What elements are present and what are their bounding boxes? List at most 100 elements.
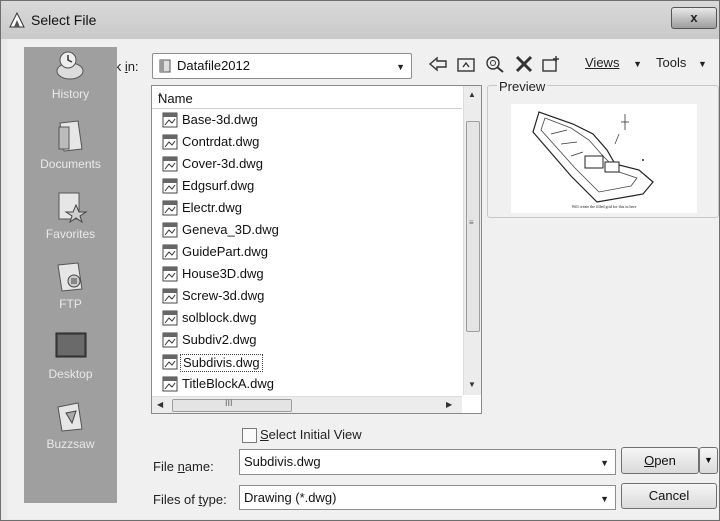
scroll-thumb[interactable]: ≡ <box>466 121 480 332</box>
place-favorites[interactable]: Favorites <box>24 187 117 257</box>
dwg-file-icon <box>162 222 178 238</box>
file-row[interactable]: Geneva_3D.dwg <box>158 220 458 242</box>
file-name: Subdiv2.dwg <box>182 332 257 347</box>
dwg-file-icon <box>162 376 178 392</box>
file-list[interactable]: Name ^ Base-3d.dwg Contrdat.dwg Cover-3d.d… <box>151 85 482 414</box>
preview-label: Preview <box>497 79 548 94</box>
new-folder-icon[interactable] <box>541 55 561 73</box>
dwg-file-icon <box>162 354 178 370</box>
dwg-file-icon <box>162 332 178 348</box>
file-name-value: Subdivis.dwg <box>244 454 321 469</box>
buzzsaw-icon <box>56 402 83 432</box>
dwg-file-icon <box>162 200 178 216</box>
favorites-icon <box>58 192 88 223</box>
file-row[interactable]: Screw-3d.dwg <box>158 286 458 308</box>
title-bar[interactable]: Select File x <box>1 1 719 39</box>
chevron-down-icon: ▼ <box>697 59 707 69</box>
place-ftp[interactable]: FTP <box>24 257 117 327</box>
file-name-label: File name: <box>153 459 214 474</box>
select-file-dialog: Select File x Look in: Datafile2012 ▼ Vi… <box>0 0 720 521</box>
select-initial-view-checkbox[interactable] <box>242 428 257 443</box>
window-title: Select File <box>31 12 97 28</box>
drawing-thumbnail: Will create the filled grid for this in … <box>532 111 654 209</box>
place-history[interactable]: History <box>24 47 117 117</box>
sort-ascending-icon: ^ <box>158 91 163 101</box>
file-row[interactable]: GuidePart.dwg <box>158 242 458 264</box>
file-row[interactable]: TitleBlockA.dwg <box>158 374 458 396</box>
file-name: TitleBlockA.dwg <box>182 376 274 391</box>
views-menu[interactable]: Views ▼ <box>585 55 642 70</box>
chevron-down-icon: ▼ <box>396 62 405 72</box>
place-label: Favorites <box>45 227 96 241</box>
file-name: House3D.dwg <box>182 266 264 281</box>
dwg-file-icon <box>162 178 178 194</box>
file-row[interactable]: Base-3d.dwg <box>158 110 458 132</box>
dwg-file-icon <box>162 156 178 172</box>
back-icon[interactable] <box>428 55 448 73</box>
file-type-dropdown[interactable]: Drawing (*.dwg) ▼ <box>239 485 616 510</box>
dwg-file-icon <box>162 266 178 282</box>
grip-icon: III <box>225 398 233 408</box>
file-row[interactable]: Cover-3d.dwg <box>158 154 458 176</box>
file-name: Base-3d.dwg <box>182 112 258 127</box>
up-folder-icon[interactable] <box>456 55 476 73</box>
delete-icon[interactable] <box>514 55 534 73</box>
dwg-file-icon <box>162 134 178 150</box>
scroll-thumb[interactable]: III <box>172 398 292 412</box>
column-header-label: Name <box>158 91 193 106</box>
column-header-name[interactable]: Name ^ <box>152 86 462 109</box>
scroll-left-icon[interactable]: ◀ <box>157 400 163 409</box>
file-row[interactable]: Subdiv2.dwg <box>158 330 458 352</box>
horizontal-scrollbar[interactable]: ◀ III ▶ <box>152 396 462 413</box>
dwg-file-icon <box>162 310 178 326</box>
preview-image: Will create the filled grid for this in … <box>511 104 697 213</box>
file-row[interactable]: Electr.dwg <box>158 198 458 220</box>
place-label: History <box>51 87 90 101</box>
scroll-right-icon[interactable]: ▶ <box>446 400 452 409</box>
tools-menu[interactable]: Tools ▼ <box>656 55 707 70</box>
place-documents[interactable]: Documents <box>24 117 117 187</box>
file-name: Subdivis.dwg <box>180 354 263 372</box>
dwg-file-icon <box>162 112 178 128</box>
open-button[interactable]: Open <box>621 447 699 474</box>
file-row[interactable]: Subdivis.dwg <box>158 352 458 374</box>
file-row[interactable]: Edgsurf.dwg <box>158 176 458 198</box>
vertical-scrollbar[interactable]: ▲ ≡ ▼ <box>463 86 481 395</box>
look-in-value: Datafile2012 <box>177 58 250 73</box>
history-icon <box>56 51 83 80</box>
chevron-down-icon: ▼ <box>704 455 713 465</box>
file-name: Cover-3d.dwg <box>182 156 263 171</box>
file-name: Geneva_3D.dwg <box>182 222 279 237</box>
file-name: Edgsurf.dwg <box>182 178 255 193</box>
preview-caption: Will create the filled grid for this in … <box>572 204 637 209</box>
place-label: Documents <box>40 157 101 171</box>
ftp-icon <box>56 262 83 292</box>
dwg-file-icon <box>162 288 178 304</box>
place-buzzsaw[interactable]: Buzzsaw <box>24 397 117 467</box>
look-in-dropdown[interactable]: Datafile2012 ▼ <box>152 53 412 79</box>
file-row[interactable]: solblock.dwg <box>158 308 458 330</box>
file-row[interactable]: Contrdat.dwg <box>158 132 458 154</box>
documents-icon <box>58 120 83 152</box>
file-name: Electr.dwg <box>182 200 242 215</box>
close-button[interactable]: x <box>671 7 717 29</box>
file-row[interactable]: House3D.dwg <box>158 264 458 286</box>
scroll-up-icon[interactable]: ▲ <box>468 90 476 99</box>
place-desktop[interactable]: Desktop <box>24 327 117 397</box>
close-icon: x <box>690 10 698 25</box>
place-label: Buzzsaw <box>46 437 95 451</box>
chevron-down-icon: ▼ <box>633 59 642 69</box>
scroll-down-icon[interactable]: ▼ <box>468 380 476 389</box>
file-name: Contrdat.dwg <box>182 134 260 149</box>
file-type-value: Drawing (*.dwg) <box>244 490 337 505</box>
file-type-label: Files of type: <box>153 492 227 507</box>
file-name-input[interactable]: Subdivis.dwg ▼ <box>239 449 616 475</box>
file-name: Screw-3d.dwg <box>182 288 265 303</box>
open-options-button[interactable]: ▼ <box>699 447 718 474</box>
cancel-button[interactable]: Cancel <box>621 483 717 509</box>
search-web-icon[interactable] <box>485 55 505 73</box>
file-name: GuidePart.dwg <box>182 244 268 259</box>
chevron-down-icon[interactable]: ▼ <box>600 458 609 468</box>
grip-icon: ≡ <box>469 218 474 227</box>
file-name: solblock.dwg <box>182 310 257 325</box>
